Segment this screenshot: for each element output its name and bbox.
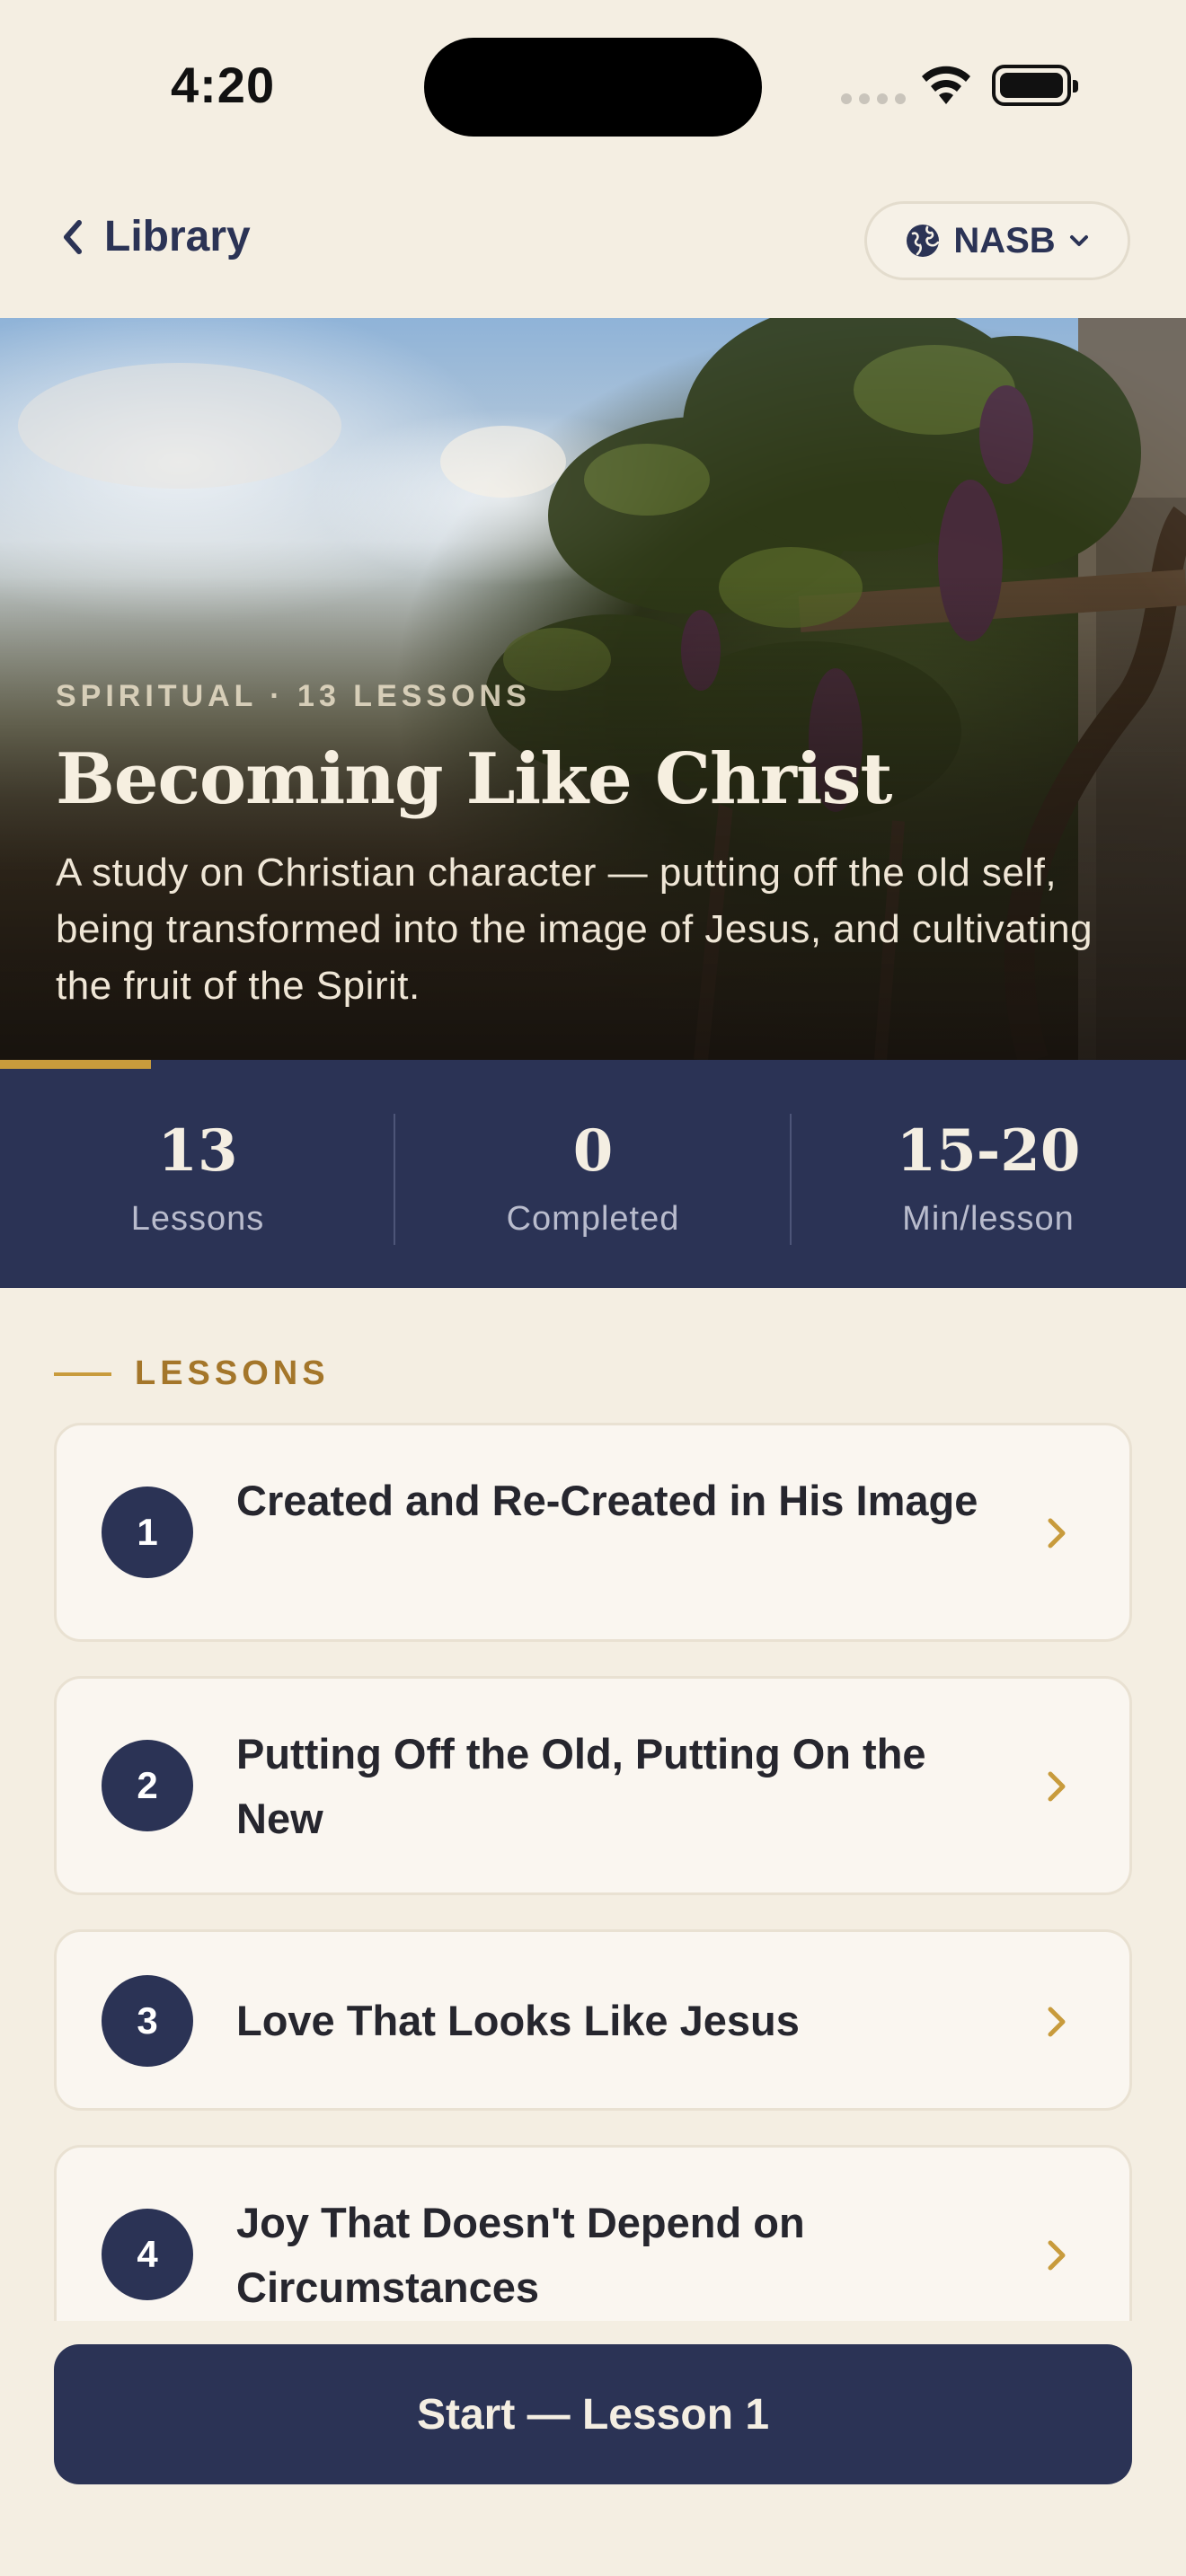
start-lesson-button[interactable]: Start — Lesson 1	[54, 2344, 1132, 2484]
chevron-right-icon	[1048, 2007, 1066, 2037]
back-button-label: Library	[104, 213, 251, 260]
lesson-list: 1 Created and Re-Created in His Image 2 …	[54, 1423, 1132, 2321]
stat-value: 15-20	[896, 1117, 1081, 1185]
translation-selector[interactable]: NASB	[864, 201, 1130, 280]
study-title: Becoming Like Christ	[56, 738, 892, 820]
hero-banner: SPIRITUAL · 13 LESSONS Becoming Like Chr…	[0, 318, 1186, 1060]
dynamic-island	[424, 38, 762, 137]
status-bar: 4:20	[0, 0, 1186, 171]
study-description: A study on Christian character — putting…	[56, 851, 1093, 1008]
lesson-number-badge: 4	[102, 2209, 193, 2300]
lesson-card-2[interactable]: 2 Putting Off the Old, Putting On the Ne…	[54, 1676, 1132, 1895]
cellular-signal-icon	[841, 93, 906, 104]
stat-completed: 0 Completed	[395, 1060, 791, 1288]
lesson-card-3[interactable]: 3 Love That Looks Like Jesus	[54, 1929, 1132, 2111]
stat-label: Lessons	[130, 1200, 265, 1238]
status-time: 4:20	[171, 57, 276, 113]
study-meta: SPIRITUAL · 13 LESSONS	[56, 679, 531, 713]
stat-minutes: 15-20 Min/lesson	[791, 1060, 1186, 1288]
lesson-title: Putting Off the Old, Putting On the New	[236, 1730, 926, 1842]
lesson-number-badge: 2	[102, 1740, 193, 1831]
section-label: LESSONS	[135, 1354, 330, 1392]
back-button[interactable]: Library	[58, 212, 251, 261]
lesson-card-4[interactable]: 4 Joy That Doesn't Depend on Circumstanc…	[54, 2145, 1132, 2321]
wifi-icon	[922, 66, 970, 104]
lesson-number-badge: 3	[102, 1975, 193, 2067]
stat-lessons: 13 Lessons	[0, 1060, 395, 1288]
top-navigation: Library NASB	[0, 180, 1186, 314]
section-accent-line	[54, 1372, 111, 1376]
study-stats: 13 Lessons 0 Completed 15-20 Min/lesson	[0, 1060, 1186, 1288]
lesson-title: Joy That Doesn't Depend on Circumstances	[236, 2199, 805, 2311]
chevron-left-icon	[64, 219, 82, 254]
battery-icon	[992, 65, 1078, 106]
chevron-right-icon	[1048, 2240, 1066, 2271]
globe-icon	[907, 225, 940, 257]
stat-label: Completed	[506, 1200, 680, 1238]
stat-value: 13	[157, 1117, 238, 1185]
stat-value: 0	[572, 1117, 614, 1185]
chevron-right-icon	[1048, 1771, 1066, 1802]
stat-label: Min/lesson	[902, 1200, 1075, 1238]
lesson-number-badge: 1	[102, 1486, 193, 1578]
chevron-down-icon	[1069, 235, 1088, 246]
lessons-section-header: LESSONS	[54, 1354, 330, 1393]
lesson-title: Created and Re-Created in His Image	[236, 1477, 978, 1524]
chevron-right-icon	[1048, 1518, 1066, 1548]
lesson-title: Love That Looks Like Jesus	[236, 1997, 800, 2044]
translation-label: NASB	[953, 220, 1056, 260]
lesson-card-1[interactable]: 1 Created and Re-Created in His Image	[54, 1423, 1132, 1642]
